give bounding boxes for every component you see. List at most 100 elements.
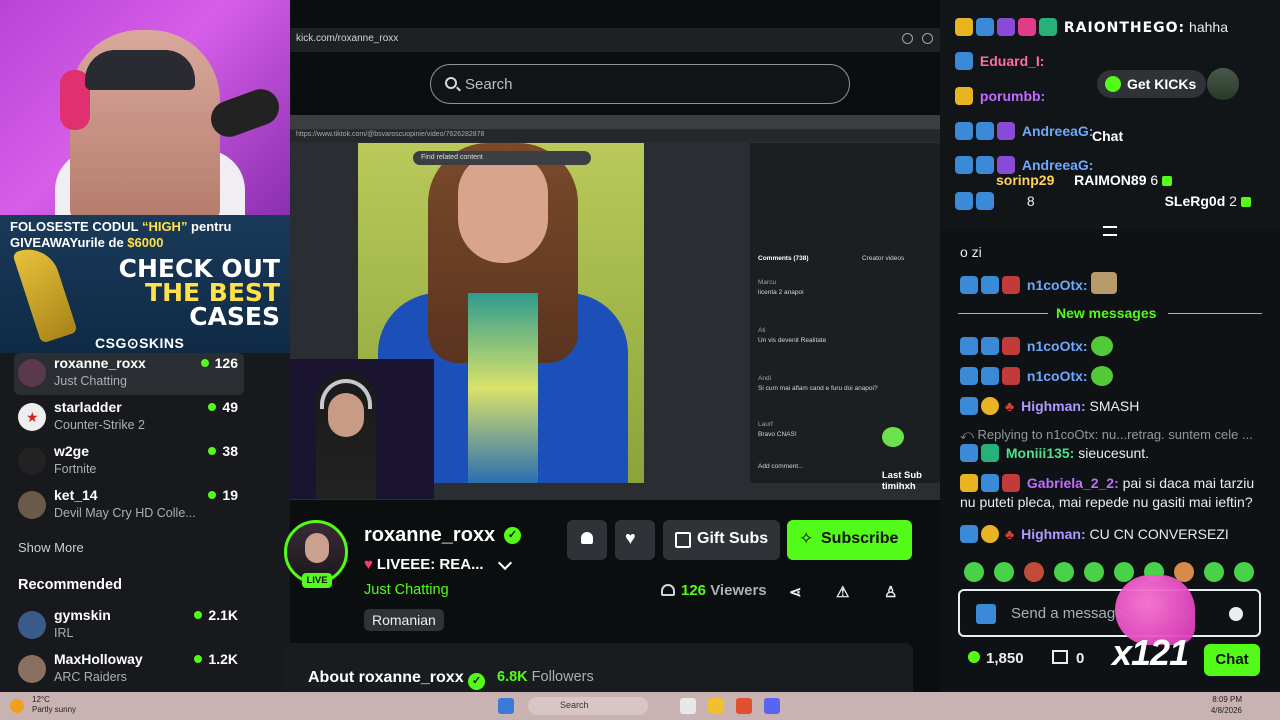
emote-badge-icon xyxy=(1002,276,1020,294)
crown-badge-icon xyxy=(955,87,973,105)
gift-badge-icon xyxy=(997,122,1015,140)
chat-input-placeholder: Send a message xyxy=(1011,605,1124,622)
emote-icon[interactable] xyxy=(1054,562,1074,582)
kick-coin-icon xyxy=(1105,76,1121,92)
task-view-icon[interactable] xyxy=(680,698,696,714)
sub-badge-icon xyxy=(981,444,999,462)
emote-icon[interactable] xyxy=(1084,562,1104,582)
coin-badge-icon xyxy=(981,397,999,415)
channel-category: Just Chatting xyxy=(54,374,127,388)
chat-send-button[interactable]: Chat xyxy=(1204,644,1260,676)
stream-title: ♥ LIVEEE: REA... xyxy=(364,556,484,573)
show-more-link[interactable]: Show More xyxy=(18,540,84,555)
reply-context[interactable]: ⤺ Replying to n1coOtx: nu...retrag. sunt… xyxy=(960,427,1253,443)
sponsor-ad-banner[interactable]: FOLOSESTE CODUL “HIGH” pentru GIVEAWAYur… xyxy=(0,215,290,353)
sidebar-channel-gymskin[interactable]: gymskin IRL 2.1K xyxy=(14,605,244,647)
pinned-menu-icon[interactable] xyxy=(1103,226,1117,236)
chevron-down-icon[interactable] xyxy=(497,555,513,571)
channel-name: roxanne_roxx xyxy=(54,355,146,371)
chat-message: Eduard_I: xyxy=(955,52,1044,70)
gift-leaderboard-row: 8 SLeRg0d 2 xyxy=(955,192,1251,210)
divider xyxy=(1168,313,1262,314)
report-icon[interactable]: ⚠ xyxy=(836,583,849,601)
share-icon[interactable] xyxy=(922,33,933,44)
add-comment-field: Add comment... xyxy=(758,463,804,470)
rose-icon: ♣ xyxy=(1005,398,1015,414)
user-plus-icon[interactable]: ♙ xyxy=(884,583,897,601)
bell-icon xyxy=(581,532,593,544)
sidebar-channel-maxholloway[interactable]: MaxHolloway ARC Raiders 1.2K xyxy=(14,649,244,691)
brave-browser-icon[interactable] xyxy=(736,698,752,714)
viewer-count: 19 xyxy=(208,487,238,503)
sub-badge-icon xyxy=(976,192,994,210)
emote-icon[interactable] xyxy=(1234,562,1254,582)
sidebar-channel-starladder[interactable]: ★ starladder Counter-Strike 2 49 xyxy=(14,397,244,439)
emote-icon[interactable] xyxy=(994,562,1014,582)
emote-icon xyxy=(1091,336,1114,356)
drops-box-icon xyxy=(1052,650,1068,664)
comments-tab: Comments (738) xyxy=(758,255,809,262)
subscribe-button[interactable]: ✧ Subscribe xyxy=(787,520,912,560)
captured-browser-tabs xyxy=(290,115,940,129)
emote-icon[interactable] xyxy=(1204,562,1224,582)
channel-points[interactable]: 1,850 xyxy=(968,650,1024,667)
windows-taskbar: 12°C Partly sunny Search 8:09 PM 4/8/202… xyxy=(0,692,1280,720)
windows-start-icon[interactable] xyxy=(498,698,514,714)
drops-counter[interactable]: 0 xyxy=(1052,650,1084,667)
avatar xyxy=(18,491,46,519)
bot-badge-icon xyxy=(960,337,978,355)
sub-badge-icon xyxy=(981,276,999,294)
channel-category: Devil May Cry HD Colle... xyxy=(54,506,196,520)
stream-category-link[interactable]: Just Chatting xyxy=(364,582,449,598)
search-input[interactable]: Search xyxy=(430,64,850,104)
notification-bell-button[interactable] xyxy=(567,520,607,560)
follow-button[interactable]: ♥ xyxy=(615,520,655,560)
chat-message: porumbb: xyxy=(955,87,1045,105)
live-badge: LIVE xyxy=(302,573,332,588)
url-text[interactable]: kick.com/roxanne_roxx xyxy=(296,33,398,44)
bot-badge-icon xyxy=(955,52,973,70)
taskbar-search[interactable]: Search xyxy=(528,697,648,715)
chat-header-label: Chat xyxy=(1092,128,1124,144)
weather-widget[interactable]: 12°C Partly sunny xyxy=(10,695,76,715)
viewer-count: 1.2K xyxy=(194,651,238,667)
share-icon[interactable]: ⋖ xyxy=(789,583,802,601)
user-avatar[interactable] xyxy=(1207,68,1239,100)
emoji-picker-icon[interactable] xyxy=(1229,607,1243,621)
emote-badge-icon xyxy=(1002,337,1020,355)
subscribe-label: Subscribe xyxy=(821,530,899,547)
ad-brand-logo: CSG⊙SKINS xyxy=(95,335,185,351)
system-clock[interactable]: 8:09 PM 4/8/2026 xyxy=(1211,694,1242,716)
bot-badge-icon xyxy=(960,525,978,543)
chat-message-input[interactable]: Send a message xyxy=(958,589,1261,637)
emote-icon[interactable] xyxy=(964,562,984,582)
live-dot-icon xyxy=(208,447,217,455)
coin-badge-icon xyxy=(981,525,999,543)
viewer-count: 38 xyxy=(208,443,238,459)
get-kicks-button[interactable]: Get KICKs xyxy=(1097,70,1207,98)
live-dot-icon xyxy=(208,403,217,411)
live-dot-icon xyxy=(208,491,217,499)
sidebar-channel-roxanne-roxx[interactable]: roxanne_roxx Just Chatting 126 xyxy=(14,353,244,395)
video-player[interactable]: https://www.tiktok.com/@bsvaroscuopinie/… xyxy=(290,115,940,500)
comment-text: licenta 2 anapoi xyxy=(758,289,804,296)
browser-address-bar[interactable]: kick.com/roxanne_roxx xyxy=(290,28,940,52)
sidebar-channel-w2ge[interactable]: w2ge Fortnite 38 xyxy=(14,441,244,483)
discord-icon[interactable] xyxy=(764,698,780,714)
zoom-icon[interactable] xyxy=(902,33,913,44)
quick-emote-bar xyxy=(960,560,1260,584)
ad-headline-3: CASES xyxy=(189,302,280,331)
file-explorer-icon[interactable] xyxy=(708,698,724,714)
sidebar-channel-ket-14[interactable]: ket_14 Devil May Cry HD Colle... 19 xyxy=(14,485,244,527)
points-icon xyxy=(968,651,980,663)
channel-name[interactable]: roxanne_roxx xyxy=(364,524,495,547)
heart-emoji-icon: ♥ xyxy=(364,556,373,573)
followers-count: 6.8K Followers xyxy=(497,669,594,685)
avatar xyxy=(18,611,46,639)
new-messages-divider[interactable]: New messages xyxy=(1056,305,1156,321)
emote-icon[interactable] xyxy=(1024,562,1044,582)
heart-icon: ♥ xyxy=(625,528,636,548)
language-tag[interactable]: Romanian xyxy=(364,609,444,631)
gift-subs-button[interactable]: Gift Subs xyxy=(663,520,780,560)
chat-message: AndreeaG: xyxy=(955,122,1093,140)
